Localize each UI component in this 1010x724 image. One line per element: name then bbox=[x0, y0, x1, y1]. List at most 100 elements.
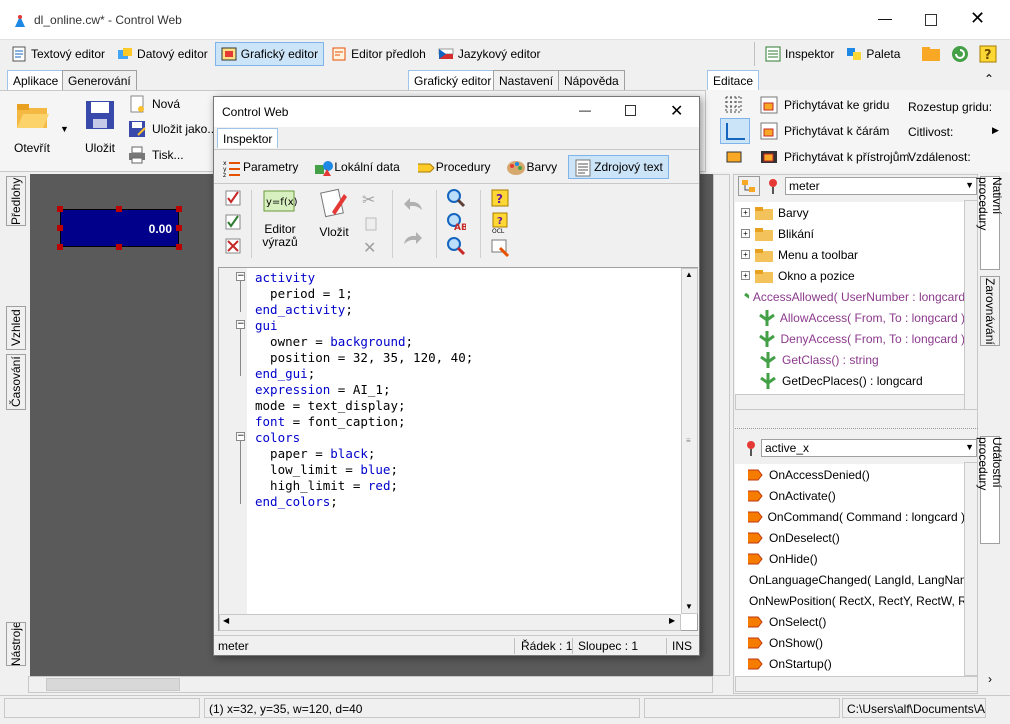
tab-generovani[interactable]: Generování bbox=[62, 70, 137, 90]
template-editor-button[interactable]: Editor předloh bbox=[326, 42, 431, 66]
tree-method-item[interactable]: GetClass() : string bbox=[735, 349, 965, 370]
resize-handle[interactable] bbox=[57, 244, 63, 250]
snap-box-icon[interactable] bbox=[724, 148, 744, 169]
inspector-button[interactable]: Inspektor bbox=[760, 42, 839, 66]
refresh-icon[interactable] bbox=[951, 45, 969, 63]
resize-handle[interactable] bbox=[176, 206, 182, 212]
panel-splitter[interactable] bbox=[735, 428, 978, 432]
right-panel-scroll-icon[interactable]: › bbox=[988, 672, 992, 686]
maximize-button[interactable] bbox=[925, 14, 937, 26]
chevron-down-icon[interactable]: ▼ bbox=[965, 180, 974, 190]
replace-icon[interactable]: AB bbox=[446, 212, 468, 235]
insert-button[interactable]: Vložit bbox=[316, 188, 352, 239]
fold-toggle-icon[interactable]: − bbox=[236, 320, 245, 329]
snap-instruments-option[interactable]: Přichytávat k přístrojům bbox=[760, 148, 909, 166]
dialog-maximize-button[interactable] bbox=[625, 105, 636, 116]
tree-event-item[interactable]: OnCommand( Command : longcard ) bbox=[735, 506, 965, 527]
uncheck-icon[interactable] bbox=[225, 238, 241, 257]
delete-icon[interactable]: ✕ bbox=[363, 238, 376, 258]
vtab-nativni-procedury[interactable]: Nativní procedury bbox=[976, 176, 1004, 270]
cut-icon[interactable]: ✂ bbox=[362, 190, 375, 210]
code-line[interactable]: end_gui; bbox=[255, 366, 473, 382]
snap-lines-option[interactable]: Přichytávat k čárám bbox=[760, 122, 889, 140]
object-combo[interactable]: meter ▼ bbox=[785, 177, 977, 195]
code-line[interactable]: expression = AI_1; bbox=[255, 382, 473, 398]
tab-graficky-editor[interactable]: Grafický editor bbox=[408, 70, 498, 90]
scroll-right-icon[interactable]: ▶ bbox=[669, 616, 675, 625]
tree-method-item[interactable]: AccessAllowed( UserNumber : longcard bbox=[735, 286, 965, 307]
tab-aplikace[interactable]: Aplikace bbox=[7, 70, 65, 90]
save-as-button[interactable]: Uložit jako... bbox=[128, 120, 217, 138]
folder-icon[interactable] bbox=[921, 45, 941, 63]
tree-event-item[interactable]: OnShow() bbox=[735, 632, 965, 653]
code-line[interactable]: activity bbox=[255, 270, 473, 286]
save-button[interactable]: Uložit bbox=[80, 100, 120, 160]
data-editor-button[interactable]: Datový editor bbox=[112, 42, 213, 66]
grid-icon[interactable] bbox=[724, 95, 744, 118]
collapse-ribbon-icon[interactable]: ⌃ bbox=[984, 72, 994, 86]
ribbon-scroll-right-icon[interactable]: ▶ bbox=[992, 125, 999, 136]
vtab-zarovnavani[interactable]: Zarovnávání bbox=[980, 276, 1000, 346]
event-object-combo[interactable]: active_x ▼ bbox=[761, 439, 977, 457]
code-line[interactable]: paper = black; bbox=[255, 446, 473, 462]
copy-icon[interactable] bbox=[364, 216, 380, 235]
code-line[interactable]: period = 1; bbox=[255, 286, 473, 302]
axis-icon[interactable] bbox=[720, 118, 750, 144]
expand-icon[interactable]: + bbox=[741, 208, 750, 217]
help-book-icon[interactable]: ? bbox=[490, 188, 510, 211]
subtab-zdrojovy-text[interactable]: Zdrojový text bbox=[568, 154, 669, 179]
expand-icon[interactable]: + bbox=[741, 271, 750, 280]
dialog-close-button[interactable]: ✕ bbox=[670, 101, 683, 121]
canvas-vscrollbar[interactable] bbox=[713, 174, 730, 676]
vtab-udalostni-procedury[interactable]: Událostní procedury bbox=[976, 436, 1004, 544]
code-line[interactable]: font = font_caption; bbox=[255, 414, 473, 430]
tree-event-item[interactable]: OnActivate() bbox=[735, 485, 965, 506]
resize-handle[interactable] bbox=[116, 206, 122, 212]
fold-toggle-icon[interactable]: − bbox=[236, 272, 245, 281]
code-line[interactable]: low_limit = blue; bbox=[255, 462, 473, 478]
vtab-vzhled[interactable]: Vzhled bbox=[6, 306, 26, 350]
tree2-hscrollbar[interactable] bbox=[735, 676, 978, 692]
tree-folder-item[interactable]: + Blikání bbox=[735, 223, 965, 244]
check-all-icon[interactable] bbox=[225, 214, 241, 233]
tree-event-item[interactable]: OnLanguageChanged( LangId, LangNam bbox=[735, 569, 965, 590]
tab-nastaveni[interactable]: Nastavení bbox=[493, 70, 560, 90]
palette-button[interactable]: Paleta bbox=[841, 42, 905, 66]
subtab-barvy[interactable]: Barvy bbox=[501, 155, 562, 179]
resize-handle[interactable] bbox=[116, 244, 122, 250]
undo-icon[interactable] bbox=[402, 196, 424, 217]
scroll-down-icon[interactable]: ▼ bbox=[685, 602, 693, 611]
native-procedures-tree[interactable]: + Barvy + Blikání + Menu a toolbar + Okno a poz… bbox=[735, 202, 965, 410]
print-button[interactable]: Tisk... bbox=[128, 146, 184, 164]
resize-handle[interactable] bbox=[57, 206, 63, 212]
check-icon[interactable] bbox=[225, 190, 241, 209]
find-icon[interactable] bbox=[446, 188, 466, 211]
tree-method-item[interactable]: AllowAccess( From, To : longcard ) bbox=[735, 307, 965, 328]
pin-icon[interactable] bbox=[744, 440, 758, 459]
code-line[interactable]: gui bbox=[255, 318, 473, 334]
tree-toggle-icon[interactable] bbox=[738, 176, 760, 196]
tree-event-item[interactable]: OnAccessDenied() bbox=[735, 464, 965, 485]
pin-icon[interactable] bbox=[766, 178, 780, 197]
canvas-hscroll-thumb[interactable] bbox=[46, 678, 180, 691]
context-help-icon[interactable] bbox=[490, 238, 510, 261]
code-line[interactable]: end_colors; bbox=[255, 494, 473, 510]
redo-icon[interactable] bbox=[402, 230, 424, 251]
resize-handle[interactable] bbox=[57, 225, 63, 231]
code-editor[interactable]: − − − activity period = 1; end_activity; gui… bbox=[218, 267, 698, 631]
code-line[interactable]: mode = text_display; bbox=[255, 398, 473, 414]
dialog-tab-inspektor[interactable]: Inspektor bbox=[217, 128, 279, 148]
graphic-editor-button[interactable]: Grafický editor bbox=[214, 42, 325, 66]
snap-grid-option[interactable]: Přichytávat ke gridu bbox=[760, 96, 889, 114]
open-button[interactable]: Otevřít bbox=[10, 100, 54, 160]
resize-handle[interactable] bbox=[176, 225, 182, 231]
ocl-help-icon[interactable]: ? OCL bbox=[490, 212, 510, 237]
subtab-lokalni-data[interactable]: Lokální data bbox=[309, 155, 404, 179]
event-procedures-tree[interactable]: OnAccessDenied() OnActivate() OnCommand( C… bbox=[735, 464, 965, 676]
code-line[interactable]: colors bbox=[255, 430, 473, 446]
find-next-icon[interactable] bbox=[446, 236, 466, 259]
tree-folder-item[interactable]: + Okno a pozice bbox=[735, 265, 965, 286]
subtab-parametry[interactable]: x y z Parametry bbox=[218, 155, 303, 179]
open-dropdown-icon[interactable]: ▼ bbox=[60, 124, 69, 134]
code-line[interactable]: owner = background; bbox=[255, 334, 473, 350]
